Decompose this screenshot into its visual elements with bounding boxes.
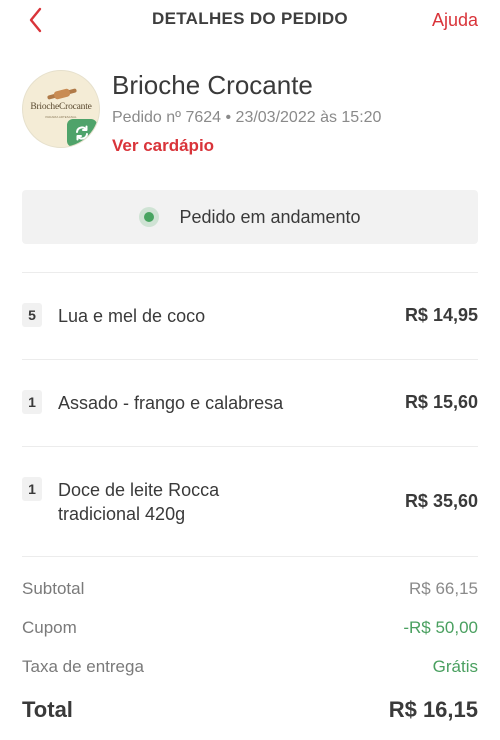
status-dot-icon — [139, 207, 160, 227]
coupon-value: -R$ 50,00 — [403, 618, 478, 637]
subtotal-label: Subtotal — [22, 579, 85, 598]
store-logo[interactable]: BriocheCrocante PADARIA ARTESANAL — [22, 70, 100, 148]
view-menu-link[interactable]: Ver cardápio — [112, 136, 214, 156]
total-row: Total R$ 16,15 — [22, 697, 478, 727]
list-item: 1 Assado - frango e calabresa R$ 15,60 — [22, 359, 478, 446]
item-quantity: 5 — [22, 303, 42, 327]
order-items: 5 Lua e mel de coco R$ 14,95 1 Assado - … — [22, 272, 478, 556]
store-info: BriocheCrocante PADARIA ARTESANAL Brioch… — [22, 68, 478, 168]
order-summary: Subtotal R$ 66,15 Cupom -R$ 50,00 Taxa d… — [22, 556, 478, 722]
delivery-fee-row: Taxa de entrega Grátis — [22, 657, 478, 681]
item-name: Assado - frango e calabresa — [58, 393, 284, 413]
item-quantity: 1 — [22, 477, 42, 501]
total-value: R$ 16,15 — [388, 697, 478, 722]
help-link[interactable]: Ajuda — [432, 10, 478, 31]
list-item: 5 Lua e mel de coco R$ 14,95 — [22, 272, 478, 359]
page-title: DETALHES DO PEDIDO — [152, 9, 348, 28]
refresh-badge — [67, 119, 97, 147]
list-item: 1 Doce de leite Rocca tradicional 420g R… — [22, 446, 478, 556]
total-label: Total — [22, 697, 73, 722]
refresh-icon — [76, 125, 88, 141]
order-meta: Pedido nº 7624 • 23/03/2022 às 15:20 — [112, 109, 382, 126]
item-price: R$ 15,60 — [404, 392, 478, 412]
coupon-label: Cupom — [22, 618, 77, 637]
item-name-line-1: Doce de leite Rocca — [58, 480, 220, 500]
status-text: Pedido em andamento — [179, 206, 361, 227]
item-price: R$ 14,95 — [404, 305, 478, 325]
order-status: Pedido em andamento — [22, 190, 478, 244]
item-name: Lua e mel de coco — [58, 306, 206, 326]
header: DETALHES DO PEDIDO Ajuda — [0, 0, 500, 40]
rolling-pin-icon — [47, 88, 77, 100]
coupon-row: Cupom -R$ 50,00 — [22, 618, 478, 642]
item-name-line-2: tradicional 420g — [58, 504, 186, 524]
subtotal-value: R$ 66,15 — [409, 579, 478, 598]
store-name: Brioche Crocante — [112, 70, 313, 100]
item-quantity: 1 — [22, 390, 42, 414]
item-price: R$ 35,60 — [404, 491, 478, 511]
delivery-fee-label: Taxa de entrega — [22, 657, 144, 676]
subtotal-row: Subtotal R$ 66,15 — [22, 579, 478, 603]
logo-wordmark: BriocheCrocante — [30, 102, 92, 112]
delivery-fee-value: Grátis — [432, 657, 478, 676]
